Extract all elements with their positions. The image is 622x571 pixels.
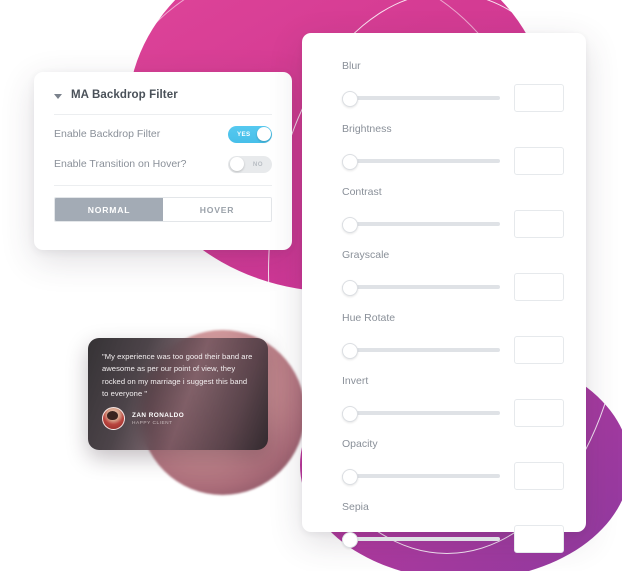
slider-track — [342, 474, 500, 478]
divider-bottom — [54, 185, 272, 186]
caret-down-icon[interactable] — [54, 93, 62, 99]
value-input-grayscale[interactable] — [514, 273, 564, 301]
slider-group-blur: Blur — [342, 60, 564, 112]
slider-label: Blur — [342, 60, 361, 72]
value-input-invert[interactable] — [514, 399, 564, 427]
slider-list: Blur Brightness Contrast Grayscale Hue R… — [302, 33, 586, 553]
slider-brightness[interactable] — [342, 154, 500, 170]
slider-track — [342, 222, 500, 226]
slider-label: Opacity — [342, 438, 378, 450]
row-enable-backdrop-filter: Enable Backdrop Filter YES — [54, 119, 272, 149]
value-input-hue-rotate[interactable] — [514, 336, 564, 364]
testimonial-author-role: HAPPY CLIENT — [132, 420, 173, 426]
slider-label: Brightness — [342, 123, 392, 135]
slider-handle[interactable] — [342, 343, 358, 359]
slider-track — [342, 285, 500, 289]
toggle-knob — [256, 127, 271, 141]
tab-normal[interactable]: NORMAL — [55, 198, 163, 221]
testimonial-author: ZAN RONALDO HAPPY CLIENT — [88, 400, 268, 431]
slider-group-sepia: Sepia — [342, 501, 564, 553]
slider-group-invert: Invert — [342, 375, 564, 427]
slider-track — [342, 159, 500, 163]
avatar — [102, 407, 125, 431]
value-input-sepia[interactable] — [514, 525, 564, 553]
slider-sepia[interactable] — [342, 532, 500, 548]
slider-label: Hue Rotate — [342, 312, 396, 324]
slider-row — [342, 336, 564, 364]
page-title: MA Backdrop Filter — [71, 89, 178, 101]
slider-track — [342, 96, 500, 100]
slider-handle[interactable] — [342, 280, 358, 296]
slider-label: Grayscale — [342, 249, 390, 261]
slider-row — [342, 210, 564, 238]
slider-group-grayscale: Grayscale — [342, 249, 564, 301]
slider-group-brightness: Brightness — [342, 123, 564, 175]
slider-row — [342, 462, 564, 490]
slider-row — [342, 399, 564, 427]
slider-grayscale[interactable] — [342, 280, 500, 296]
testimonial-author-name: ZAN RONALDO — [132, 411, 185, 419]
toggle-knob — [229, 157, 244, 171]
state-tabs: NORMAL HOVER — [54, 197, 272, 222]
slider-blur[interactable] — [342, 91, 500, 107]
slider-label: Sepia — [342, 501, 369, 513]
value-input-blur[interactable] — [514, 84, 564, 112]
slider-handle[interactable] — [342, 469, 358, 485]
toggle-enable-backdrop-filter[interactable]: YES — [228, 125, 272, 143]
slider-row — [342, 84, 564, 112]
slider-track — [342, 348, 500, 352]
slider-label: Invert — [342, 375, 369, 387]
value-input-brightness[interactable] — [514, 147, 564, 175]
slider-invert[interactable] — [342, 406, 500, 422]
slider-handle[interactable] — [342, 154, 358, 170]
row-enable-transition-on-hover: Enable Transition on Hover? NO — [54, 149, 272, 179]
screenshot-stage: "My experience was too good their band a… — [0, 0, 622, 571]
slider-track — [342, 537, 500, 541]
slider-hue-rotate[interactable] — [342, 343, 500, 359]
slider-group-hue-rotate: Hue Rotate — [342, 312, 564, 364]
value-input-opacity[interactable] — [514, 462, 564, 490]
row-label: Enable Transition on Hover? — [54, 158, 187, 170]
slider-opacity[interactable] — [342, 469, 500, 485]
slider-contrast[interactable] — [342, 217, 500, 233]
settings-rows: Enable Backdrop Filter YES Enable Transi… — [34, 115, 292, 179]
tab-hover[interactable]: HOVER — [163, 198, 271, 221]
testimonial-quote: "My experience was too good their band a… — [102, 352, 253, 398]
row-label: Enable Backdrop Filter — [54, 128, 161, 140]
filters-panel: Blur Brightness Contrast Grayscale Hue R… — [302, 33, 586, 553]
slider-row — [342, 525, 564, 553]
panel-header[interactable]: MA Backdrop Filter — [34, 72, 292, 114]
slider-label: Contrast — [342, 186, 382, 198]
slider-handle[interactable] — [342, 91, 358, 107]
slider-group-contrast: Contrast — [342, 186, 564, 238]
slider-handle[interactable] — [342, 406, 358, 422]
slider-handle[interactable] — [342, 217, 358, 233]
testimonial-card: "My experience was too good their band a… — [88, 338, 268, 450]
slider-track — [342, 411, 500, 415]
toggle-state-label: NO — [252, 160, 263, 168]
backdrop-filter-settings-panel: MA Backdrop Filter Enable Backdrop Filte… — [34, 72, 292, 250]
slider-handle[interactable] — [342, 532, 358, 548]
slider-group-opacity: Opacity — [342, 438, 564, 490]
slider-row — [342, 273, 564, 301]
toggle-state-label: YES — [237, 130, 251, 138]
value-input-contrast[interactable] — [514, 210, 564, 238]
toggle-enable-transition-on-hover[interactable]: NO — [228, 155, 272, 173]
slider-row — [342, 147, 564, 175]
